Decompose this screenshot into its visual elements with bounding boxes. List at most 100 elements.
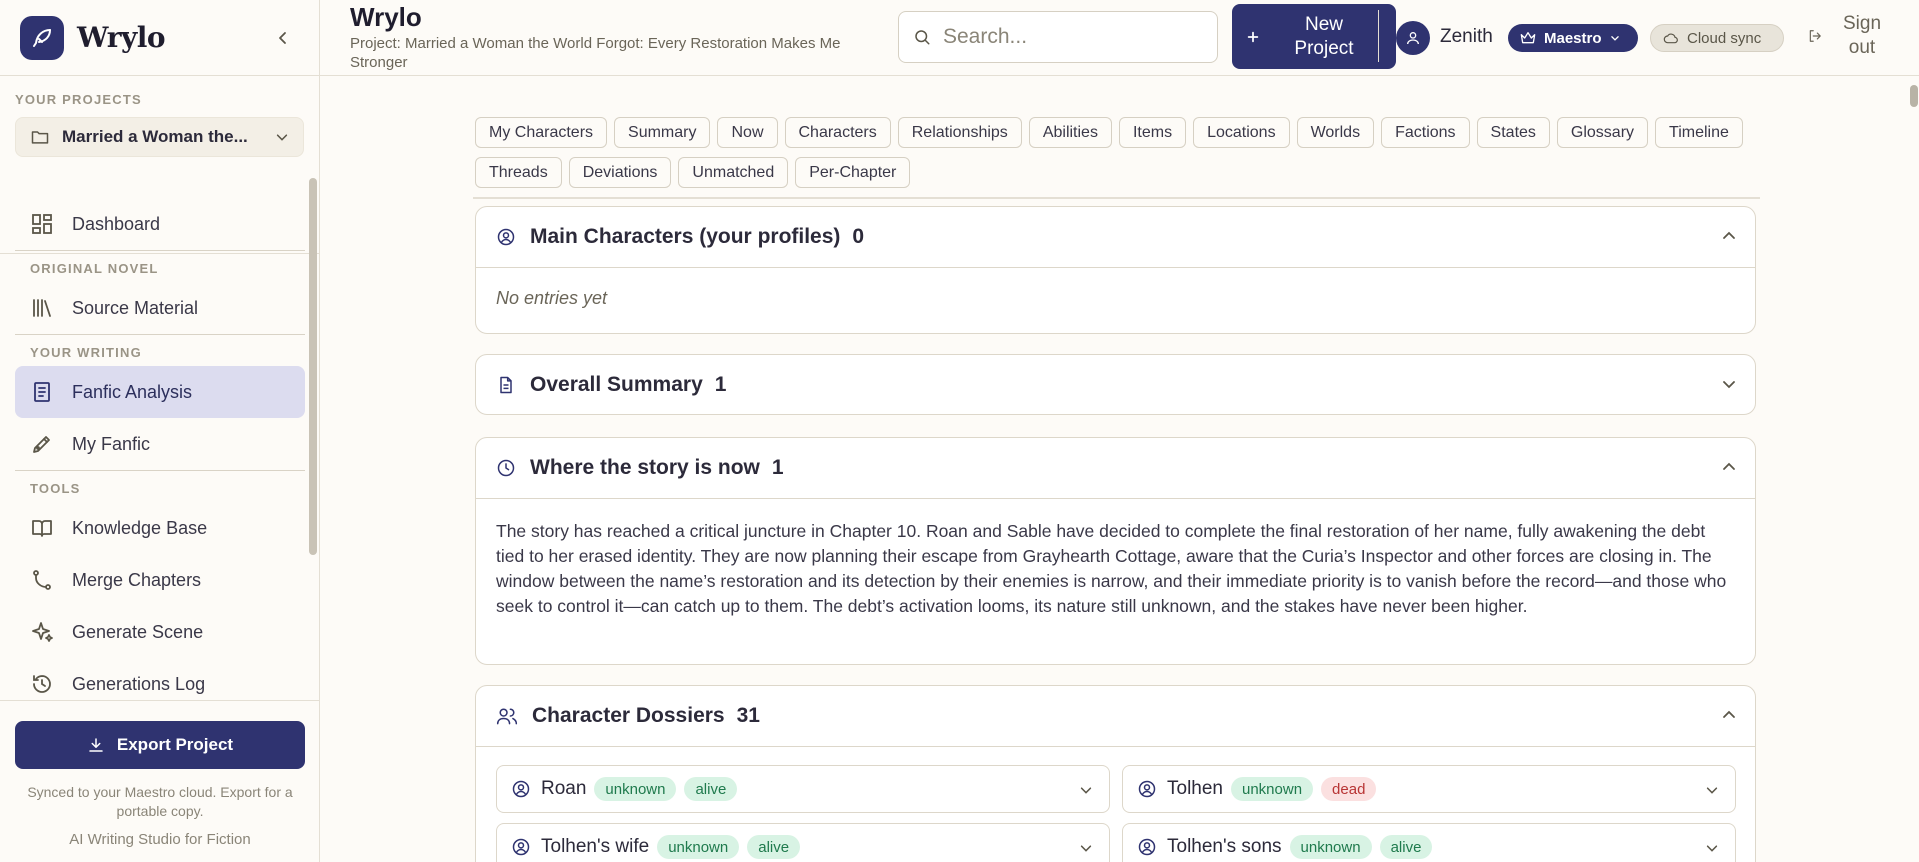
section-count: 0 [852, 225, 865, 248]
sidebar-scrollbar[interactable] [309, 178, 317, 555]
tab-now[interactable]: Now [717, 117, 778, 148]
dossiers-body: Roan unknown alive Tolhen unknown dead T… [476, 746, 1755, 862]
chevron-down-icon [1610, 36, 1619, 41]
tab-items[interactable]: Items [1118, 117, 1187, 148]
sidebar-item-generate-scene[interactable]: Generate Scene [15, 606, 305, 658]
section-tools: TOOLS [15, 470, 305, 502]
project-select[interactable]: Married a Woman the... [15, 117, 304, 157]
dossier-item[interactable]: Tolhen's wife unknown alive [496, 823, 1110, 862]
open-book-icon [32, 520, 52, 537]
sidebar: Wrylo YOUR PROJECTS Married a Woman the.… [0, 0, 320, 862]
tab-summary[interactable]: Summary [614, 117, 711, 148]
collapse-sidebar-button[interactable] [270, 25, 296, 51]
library-icon [33, 299, 51, 317]
sync-note: Synced to your Maestro cloud. Export for… [27, 784, 293, 819]
story-now-card: Where the story is now 1 The story has r… [475, 437, 1756, 665]
export-project-button[interactable]: Export Project [15, 721, 305, 769]
quill-logo-icon [20, 15, 64, 60]
git-merge-icon [33, 570, 51, 590]
section-title: Overall Summary [530, 373, 703, 396]
tab-glossary[interactable]: Glossary [1556, 117, 1649, 148]
dossier-name: Roan [541, 778, 587, 799]
sidebar-item-knowledge-base[interactable]: Knowledge Base [15, 502, 305, 554]
sidebar-item-dashboard[interactable]: Dashboard [15, 198, 305, 250]
status-badge: dead [1321, 777, 1377, 801]
sidebar-nav: Dashboard ORIGINAL NOVEL Source Material… [0, 178, 320, 700]
sidebar-item-label: Merge Chapters [72, 569, 202, 590]
sidebar-item-merge-chapters[interactable]: Merge Chapters [15, 554, 305, 606]
character-dossiers-header[interactable]: Character Dossiers 31 [476, 686, 1755, 746]
sidebar-item-label: Generate Scene [72, 621, 204, 642]
section-label: TOOLS [30, 481, 81, 496]
dossier-item[interactable]: Tolhen's sons unknown alive [1122, 823, 1736, 862]
section-label: ORIGINAL NOVEL [30, 261, 159, 276]
tab-states[interactable]: States [1476, 117, 1550, 148]
status-badge: unknown [657, 835, 740, 859]
tab-characters[interactable]: Characters [784, 117, 891, 148]
new-project-button[interactable]: New Project [1232, 4, 1396, 69]
sidebar-item-fanfic-analysis[interactable]: Fanfic Analysis [15, 366, 305, 418]
main-scrollbar[interactable] [1910, 85, 1918, 107]
status-badge: unknown [1231, 777, 1314, 801]
sidebar-item-my-fanfic[interactable]: My Fanfic [15, 418, 305, 470]
tab-relationships[interactable]: Relationships [897, 117, 1022, 148]
user-circle-icon [1138, 780, 1156, 798]
overall-summary-header[interactable]: Overall Summary 1 [476, 355, 1755, 414]
tab-unmatched[interactable]: Unmatched [678, 157, 789, 188]
main-characters-header[interactable]: Main Characters (your profiles) 0 [476, 207, 1755, 267]
sidebar-item-generations-log[interactable]: Generations Log [15, 658, 305, 700]
cloud-sync-status: Cloud sync [1650, 24, 1784, 52]
tab-locations[interactable]: Locations [1193, 117, 1290, 148]
character-dossiers-card: Character Dossiers 31 Roan unknown alive… [475, 685, 1756, 862]
dossier-name: Tolhen's sons [1167, 836, 1282, 857]
chevron-down-icon [1080, 787, 1092, 794]
sign-out-label: Sign out [1842, 13, 1882, 58]
chevron-left-icon [279, 32, 286, 44]
plan-label: Maestro [1544, 29, 1602, 47]
chevron-down-icon [1080, 845, 1092, 852]
dossier-item[interactable]: Tolhen unknown dead [1122, 765, 1736, 813]
cloud-icon [1663, 33, 1678, 44]
tab-worlds[interactable]: Worlds [1296, 117, 1375, 148]
story-now-header[interactable]: Where the story is now 1 [476, 438, 1755, 498]
chevron-up-icon [1723, 462, 1735, 470]
document-icon [500, 376, 512, 394]
analysis-tabs: My Characters Summary Now Characters Rel… [475, 117, 1765, 197]
tab-threads[interactable]: Threads [475, 157, 562, 188]
project-select-label: Married a Woman the... [62, 127, 248, 146]
folder-icon [31, 131, 49, 144]
main-characters-body: No entries yet [476, 267, 1755, 329]
tab-timeline[interactable]: Timeline [1655, 117, 1743, 148]
download-icon [89, 738, 103, 752]
sidebar-item-source-material[interactable]: Source Material [15, 282, 305, 334]
tab-deviations[interactable]: Deviations [568, 157, 672, 188]
search-input[interactable] [943, 25, 1203, 49]
sign-out-button[interactable]: Sign out [1808, 12, 1892, 60]
sidebar-item-label: Fanfic Analysis [72, 381, 193, 402]
plan-badge-button[interactable]: Maestro [1508, 24, 1638, 52]
tab-factions[interactable]: Factions [1381, 117, 1470, 148]
plus-icon [1247, 31, 1259, 42]
dossier-item[interactable]: Roan unknown alive [496, 765, 1110, 813]
tab-per-chapter[interactable]: Per-Chapter [795, 157, 911, 188]
status-badge: alive [1379, 835, 1433, 859]
avatar[interactable] [1396, 21, 1430, 55]
sidebar-item-label: Source Material [72, 297, 199, 318]
tab-my-characters[interactable]: My Characters [475, 117, 608, 148]
logo-row: Wrylo [0, 0, 319, 76]
status-badge: unknown [594, 777, 677, 801]
user-name: Zenith [1440, 26, 1493, 47]
section-title: Where the story is now [530, 456, 760, 479]
sidebar-item-label: My Fanfic [72, 433, 151, 454]
tab-abilities[interactable]: Abilities [1028, 117, 1112, 148]
chevron-down-icon [276, 134, 288, 141]
status-badge: alive [684, 777, 738, 801]
empty-state: No entries yet [496, 288, 608, 308]
section-title: Main Characters (your profiles) [530, 225, 841, 248]
section-title: Character Dossiers [532, 704, 725, 727]
new-project-label: New Project [1294, 13, 1354, 59]
user-icon [1407, 32, 1419, 45]
chevron-down-icon [1706, 787, 1718, 794]
search-box [898, 11, 1218, 63]
section-count: 1 [714, 373, 727, 396]
